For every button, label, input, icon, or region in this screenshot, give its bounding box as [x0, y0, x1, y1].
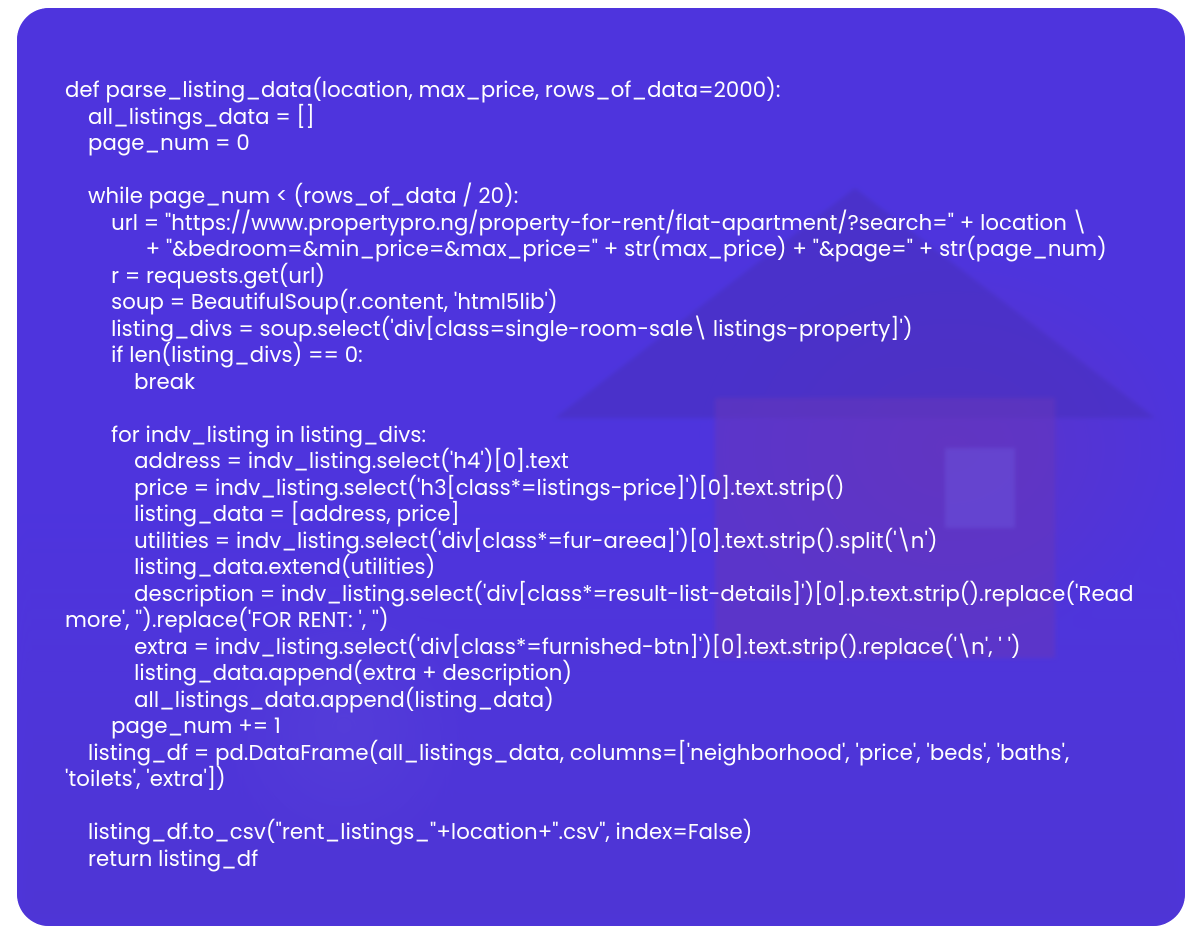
- code-card: def parse_listing_data(location, max_pri…: [17, 8, 1185, 926]
- code-block: def parse_listing_data(location, max_pri…: [17, 8, 1185, 913]
